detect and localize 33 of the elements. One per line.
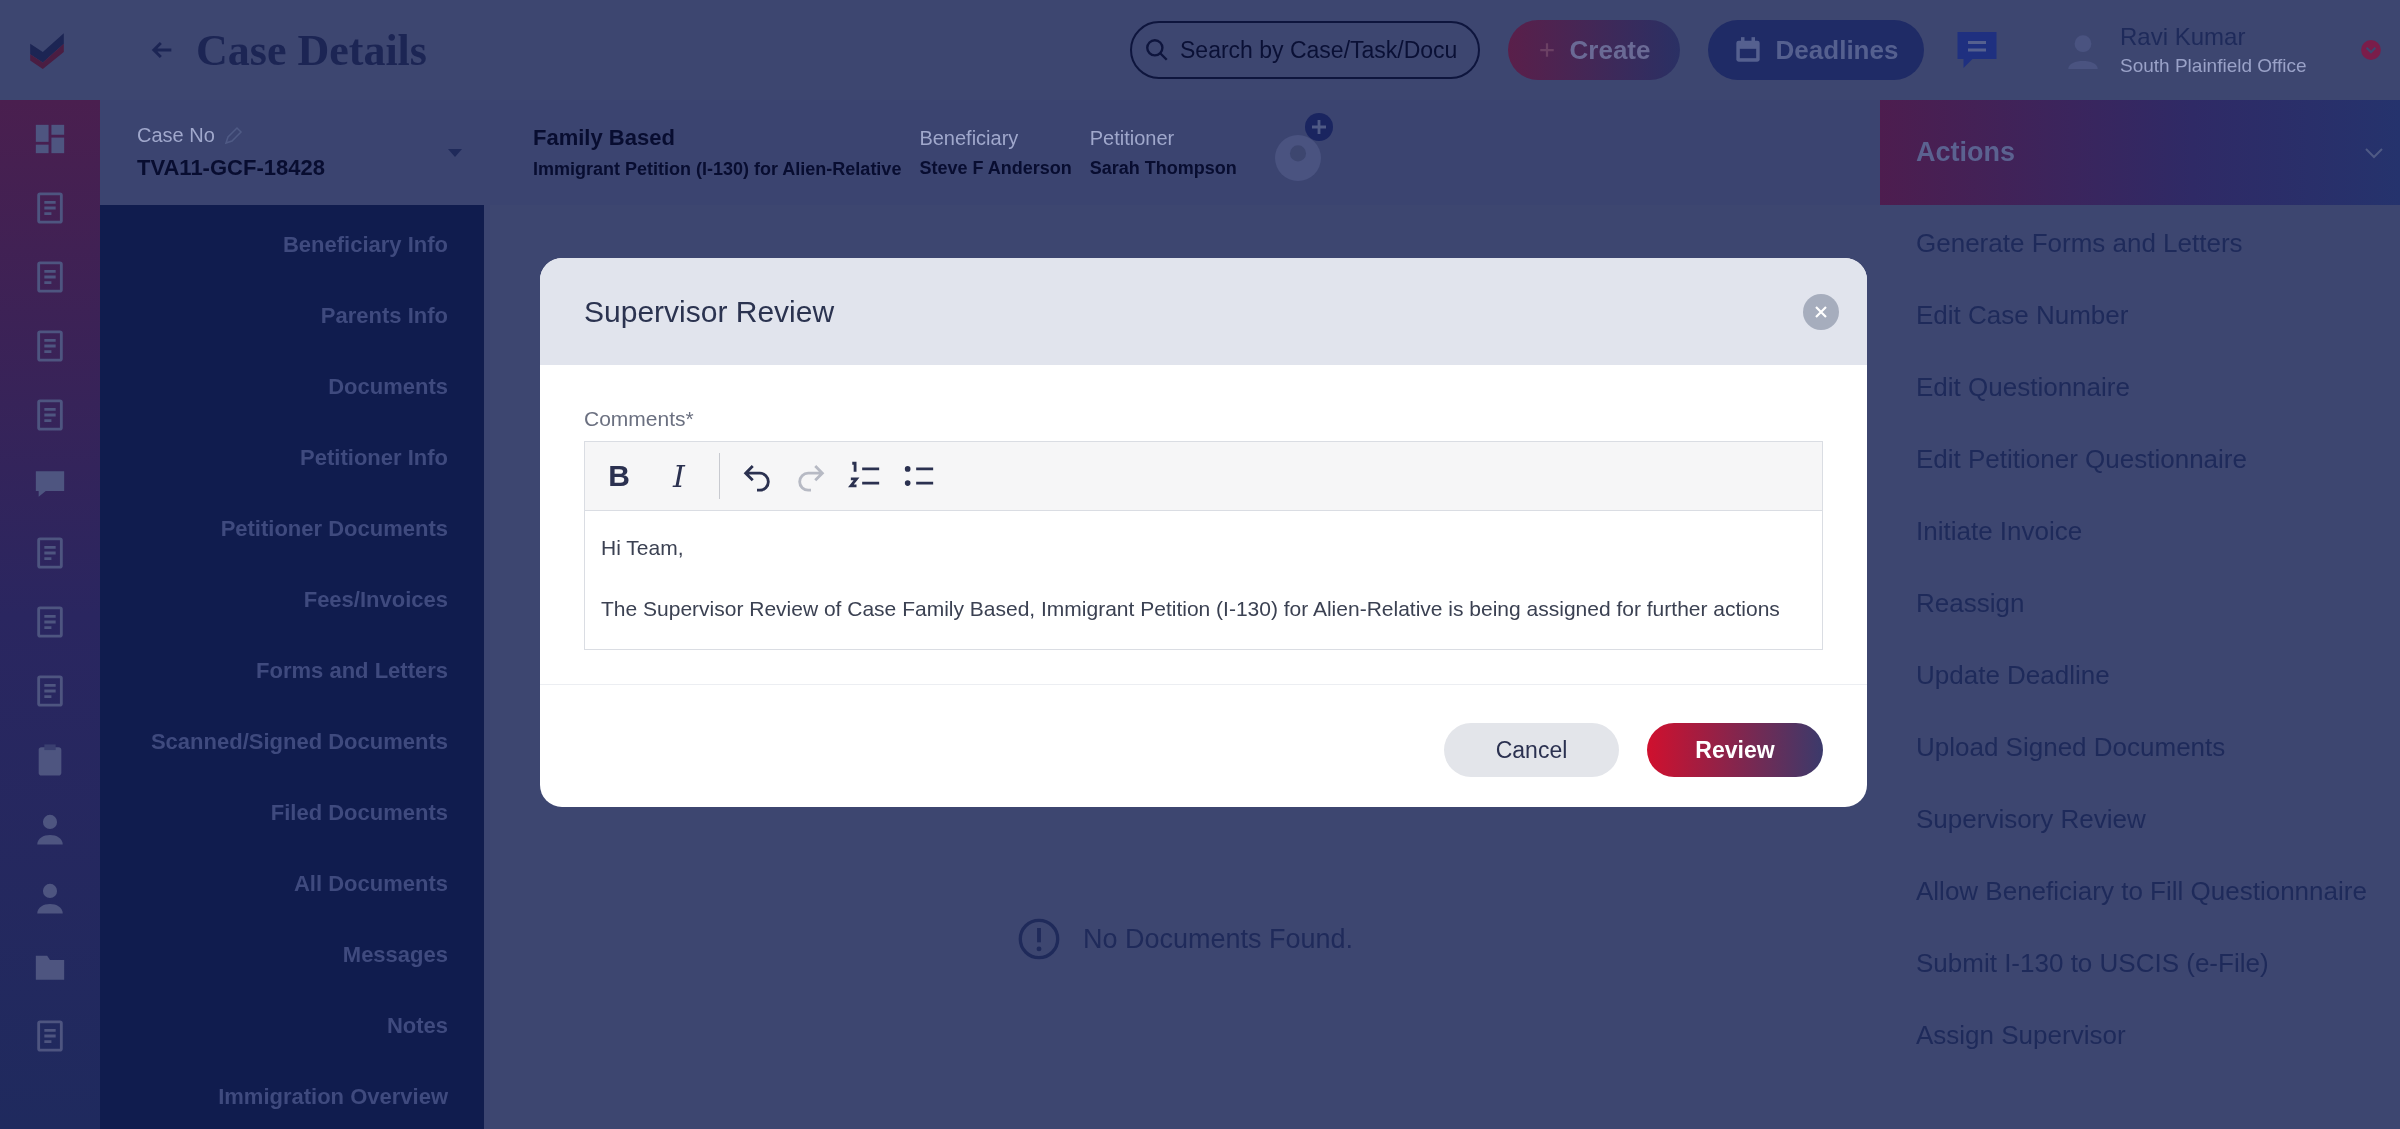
petitioner-label: Petitioner — [1089, 126, 1176, 150]
exclamation-icon — [1016, 917, 1061, 961]
beneficiary-label: Beneficiary — [919, 126, 1020, 150]
caret-icon[interactable] — [447, 147, 463, 158]
italic-button[interactable]: I — [659, 458, 699, 494]
case-subtitle: Immigrant Petition (I-130) for Alien-Relative — [533, 159, 902, 180]
beneficiary-name: Steve F Anderson — [919, 157, 1072, 179]
actions-title: Actions — [1916, 137, 2015, 168]
comment-paragraph: Hi Team, — [601, 535, 685, 561]
add-icon[interactable] — [1304, 112, 1333, 141]
avatar-icon — [1274, 134, 1321, 181]
close-icon[interactable] — [1803, 293, 1839, 330]
case-type: Family Based — [533, 125, 676, 151]
chevron-icon — [2364, 146, 2384, 159]
case-number: TVA11-GCF-18428 — [137, 155, 326, 181]
cancel-button[interactable]: Cancel — [1444, 723, 1619, 777]
plus-icon — [1537, 41, 1556, 59]
comments-label: Comments* — [584, 407, 695, 431]
bold-button[interactable]: B — [599, 459, 639, 493]
caret-icon[interactable] — [2360, 39, 2382, 61]
actions-header[interactable]: Actions — [1880, 100, 2400, 205]
modal-title: Supervisor Review — [584, 294, 835, 329]
case-no-label: Case No — [137, 124, 215, 147]
review-button[interactable]: Review — [1647, 723, 1823, 777]
search-field[interactable]: Search by Case/Task/Docu — [1130, 21, 1480, 79]
calendar-icon — [1733, 36, 1762, 64]
comment-paragraph: The Supervisor Review of Case Family Based, Immigrant Petition (I-130) for Alien-Relative is being assigned for further actions — [601, 596, 1781, 622]
petitioner-name: Sarah Thompson — [1089, 157, 1237, 179]
create-button[interactable]: Create — [1508, 20, 1680, 80]
search-icon — [1144, 37, 1170, 63]
user-office: South Plainfield Office — [2120, 55, 2308, 77]
comment-editor[interactable]: B I Hi Team, The Supervisor Review of Case Family Based, Immigrant Petition (I-130) for Alien-Relative is being assigned for further actions — [584, 441, 1823, 650]
dashboard-icon[interactable] — [33, 122, 67, 156]
